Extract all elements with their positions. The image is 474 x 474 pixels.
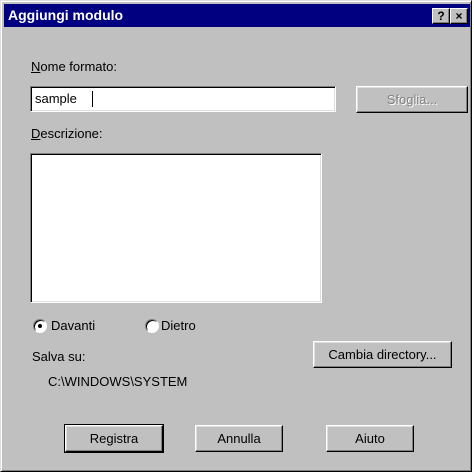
title-bar[interactable]: Aggiungi modulo ? × bbox=[4, 4, 470, 27]
radio-back[interactable] bbox=[145, 319, 159, 333]
radio-front-label[interactable]: Davanti bbox=[51, 318, 95, 333]
window-title: Aggiungi modulo bbox=[8, 7, 124, 23]
register-button[interactable]: Registra bbox=[64, 424, 164, 453]
save-to-label: Salva su: bbox=[32, 349, 86, 364]
add-module-dialog: Aggiungi modulo ? × Nome formato: sample… bbox=[0, 0, 472, 472]
text-caret bbox=[92, 91, 93, 107]
radio-front-selected-dot bbox=[38, 324, 42, 328]
save-path-value: C:\WINDOWS\SYSTEM bbox=[48, 374, 188, 389]
close-button[interactable]: × bbox=[450, 8, 468, 24]
radio-front[interactable] bbox=[33, 319, 47, 333]
register-button-label: Registra bbox=[89, 431, 139, 446]
name-format-label: Nome formato: bbox=[31, 59, 117, 74]
browse-button-label: Sfoglia... bbox=[386, 92, 438, 107]
help-button-label: Aiuto bbox=[355, 431, 385, 446]
help-title-button[interactable]: ? bbox=[432, 8, 450, 24]
browse-button[interactable]: Sfoglia... bbox=[356, 86, 468, 113]
description-label-accel: D bbox=[31, 126, 41, 141]
description-textarea[interactable] bbox=[30, 153, 322, 303]
name-format-value: sample bbox=[35, 91, 77, 106]
description-label-rest: escrizione: bbox=[40, 126, 103, 141]
name-format-label-rest: ome formato: bbox=[40, 59, 117, 74]
radio-back-label[interactable]: Dietro bbox=[161, 318, 196, 333]
help-button[interactable]: Aiuto bbox=[326, 425, 414, 452]
name-format-input[interactable]: sample bbox=[30, 86, 336, 112]
change-directory-button[interactable]: Cambia directory... bbox=[313, 341, 452, 368]
description-label: Descrizione: bbox=[31, 126, 103, 141]
name-format-label-accel: N bbox=[31, 59, 41, 74]
change-directory-label: Cambia directory... bbox=[328, 347, 437, 362]
cancel-button[interactable]: Annulla bbox=[195, 425, 283, 452]
cancel-button-label: Annulla bbox=[217, 431, 261, 446]
